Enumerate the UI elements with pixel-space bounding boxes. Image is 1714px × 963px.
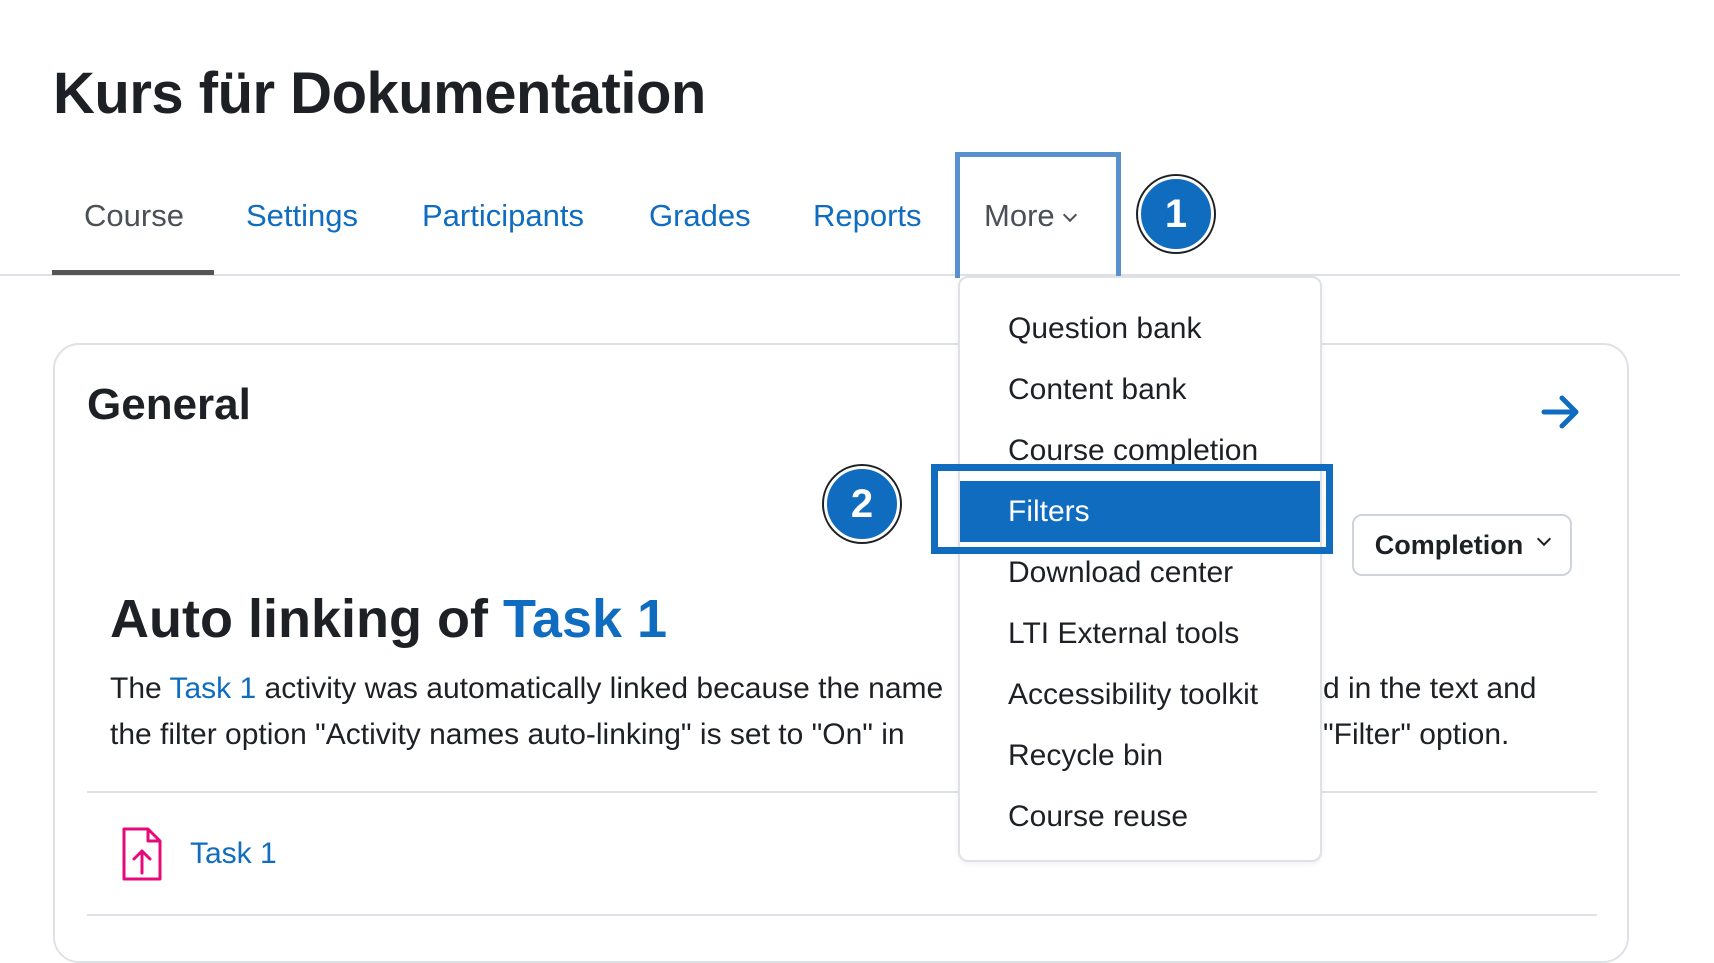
- menu-item-question-bank[interactable]: Question bank: [960, 298, 1320, 359]
- course-navigation: Course Settings Participants Grades Repo…: [0, 150, 1680, 276]
- label-description: The Task 1 activity was automatically li…: [110, 666, 1560, 758]
- page-title: Kurs für Dokumentation: [53, 61, 706, 126]
- task-1-inline-link[interactable]: Task 1: [170, 672, 257, 705]
- activity-name: Task 1: [190, 837, 277, 870]
- chevron-down-icon: [1537, 531, 1552, 547]
- menu-item-accessibility-toolkit[interactable]: Accessibility toolkit: [960, 664, 1320, 725]
- tab-reports[interactable]: Reports: [813, 198, 922, 234]
- completion-button[interactable]: Completion: [1352, 514, 1572, 576]
- tab-grades[interactable]: Grades: [649, 198, 751, 234]
- assignment-upload-icon: [122, 827, 162, 881]
- label-heading-text: Auto linking of: [110, 589, 503, 649]
- active-tab-indicator: [52, 270, 214, 275]
- label-heading: Auto linking of Task 1: [110, 588, 667, 650]
- label-text-prefix: The: [110, 672, 170, 705]
- tab-participants[interactable]: Participants: [422, 198, 584, 234]
- tab-settings[interactable]: Settings: [246, 198, 358, 234]
- arrow-right-icon[interactable]: [1540, 392, 1582, 432]
- menu-item-lti-external-tools[interactable]: LTI External tools: [960, 603, 1320, 664]
- divider: [87, 914, 1597, 916]
- menu-item-content-bank[interactable]: Content bank: [960, 359, 1320, 420]
- step-badge-2: 2: [824, 466, 900, 542]
- label-text-line1-end: d in the text and: [1323, 672, 1537, 705]
- section-card-general: [53, 343, 1629, 963]
- divider: [87, 791, 1597, 793]
- section-title: General: [87, 380, 251, 429]
- completion-button-label: Completion: [1374, 529, 1524, 560]
- more-tab-highlight-box: [955, 152, 1121, 278]
- label-text-line2: the filter option "Activity names auto-l…: [110, 718, 905, 751]
- tab-course[interactable]: Course: [84, 198, 184, 234]
- label-text-line1: activity was automatically linked becaus…: [256, 672, 944, 705]
- label-heading-link[interactable]: Task 1: [503, 589, 667, 649]
- filters-highlight-box: [931, 464, 1333, 554]
- menu-item-course-reuse[interactable]: Course reuse: [960, 786, 1320, 847]
- menu-item-recycle-bin[interactable]: Recycle bin: [960, 725, 1320, 786]
- activity-task-1[interactable]: Task 1: [120, 826, 277, 882]
- more-dropdown-menu: Question bank Content bank Course comple…: [958, 276, 1322, 862]
- label-text-line2-end: "Filter" option.: [1323, 718, 1510, 751]
- step-badge-1: 1: [1138, 176, 1214, 252]
